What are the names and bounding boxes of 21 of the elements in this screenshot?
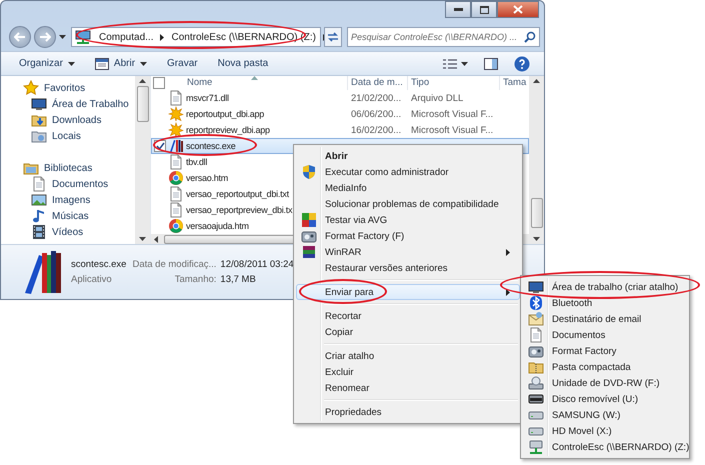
file-type: Aplicativo [71, 274, 113, 285]
file-name: msvcr71.dll [186, 93, 229, 103]
file-name: versao.htm [186, 173, 228, 183]
file-name: scontesc.exe [71, 259, 126, 270]
type-cell-text: Arquivo DLL [410, 92, 464, 104]
file-name: versao_reportoutput_dbi.txt [186, 189, 289, 199]
type-cell-text: Microsoft Visual F... [410, 108, 494, 120]
date-cell-text: 06/06/200... [350, 108, 402, 120]
detail-label: Tamanho: [174, 274, 216, 285]
date-cell-text: 16/02/200... [350, 124, 402, 136]
detail-value: 13,7 MB [220, 274, 256, 285]
date-cell-text: 21/02/200... [350, 92, 402, 104]
file-name: scontesc.exe [186, 141, 236, 151]
file-name: versao_reportpreview_dbi.tx [186, 205, 292, 215]
file-name: tbv.dll [186, 157, 208, 167]
file-name: versaoajuda.htm [186, 221, 249, 231]
file-name: reportpreview_dbi.app [186, 125, 270, 135]
detail-label: Data de modificaç... [132, 259, 216, 270]
detail-value: 12/08/2011 03:24 [220, 259, 294, 270]
file-name: reportoutput_dbi.app [186, 109, 264, 119]
type-cell-text: Microsoft Visual F... [410, 124, 494, 136]
